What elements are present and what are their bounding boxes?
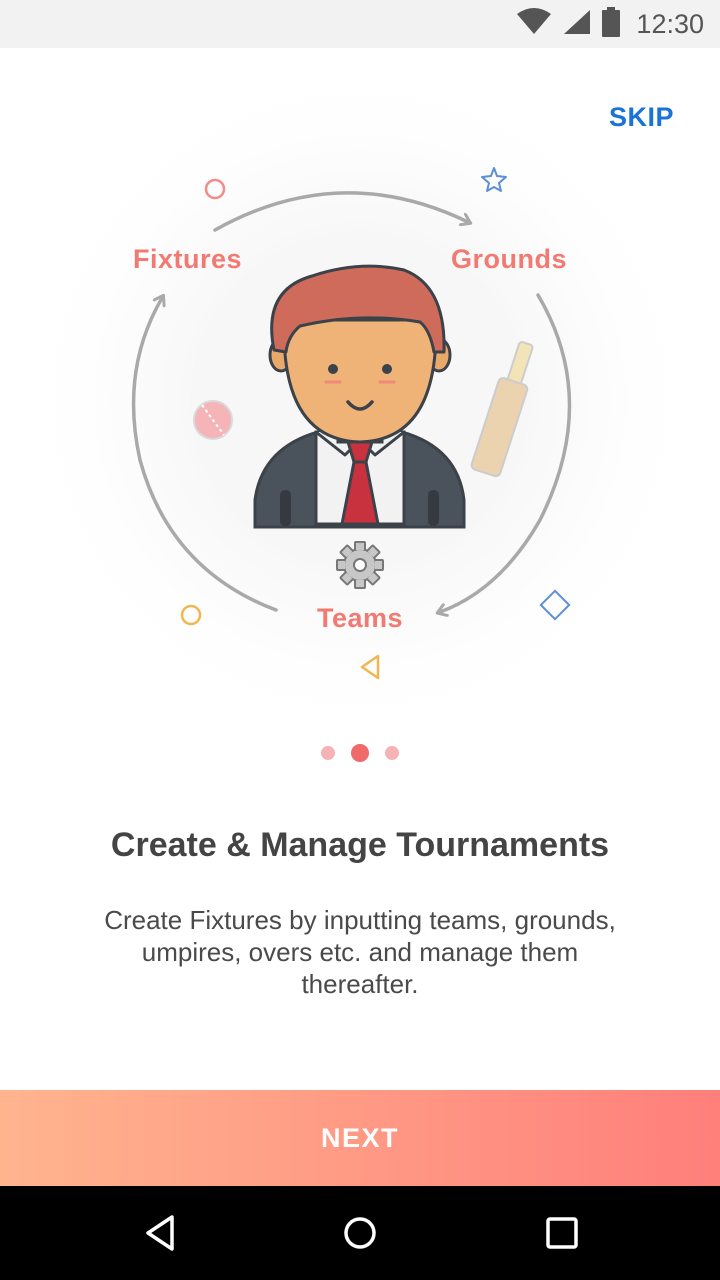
label-teams: Teams [317, 603, 404, 633]
page-dot-active[interactable] [351, 744, 369, 762]
label-grounds: Grounds [451, 244, 567, 274]
page-dot[interactable] [321, 746, 335, 760]
status-bar: 12:30 [0, 0, 720, 48]
status-time: 12:30 [636, 8, 704, 39]
gear-icon [336, 541, 384, 589]
next-button-label: NEXT [320, 1122, 399, 1153]
next-button[interactable]: NEXT [0, 1090, 720, 1186]
onboarding-illustration: Fixtures Grounds Teams [0, 48, 720, 748]
wifi-icon [516, 7, 552, 41]
label-fixtures: Fixtures [133, 244, 243, 274]
page-title: Create & Manage Tournaments [110, 826, 610, 864]
home-button[interactable] [300, 1186, 420, 1280]
page-indicator [0, 742, 720, 764]
recent-apps-icon [546, 1217, 578, 1249]
page-dot[interactable] [385, 746, 399, 760]
illustration-graphic [20, 60, 700, 740]
status-icons: 12:30 [516, 0, 704, 48]
battery-icon [602, 6, 621, 42]
page-description: Create Fixtures by inputting teams, grou… [104, 905, 616, 999]
onboarding-screen: 12:30 SKIP Fixtures Grounds Teams Create… [0, 0, 720, 1280]
home-icon [344, 1217, 376, 1249]
cricket-ball-icon [193, 400, 233, 440]
system-nav-bar [0, 1186, 720, 1280]
cell-signal-icon [562, 8, 592, 41]
back-icon [146, 1215, 174, 1251]
recent-apps-button[interactable] [502, 1186, 622, 1280]
back-button[interactable] [100, 1186, 220, 1280]
